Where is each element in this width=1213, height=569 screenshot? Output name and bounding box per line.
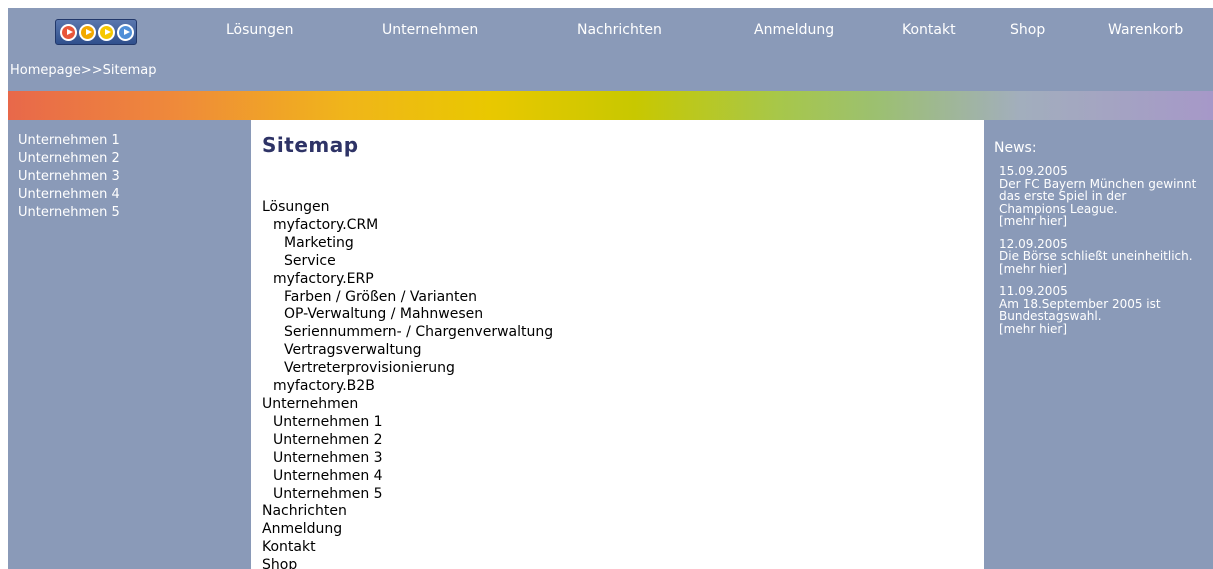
page-title: Sitemap [262,133,359,157]
nav-kontakt[interactable]: Kontakt [902,22,956,38]
sitemap-link[interactable]: myfactory.B2B [262,378,553,396]
main-content: Sitemap Lösungen myfactory.CRM Marketing… [251,120,984,569]
news-more-link[interactable]: [mehr hier] [999,322,1213,336]
logo-play-icon-3 [98,24,115,41]
sitemap-link[interactable]: Vertreterprovisionierung [262,360,553,378]
sitemap-link[interactable]: Farben / Größen / Varianten [262,289,553,307]
left-menu-item-unternehmen-5[interactable]: Unternehmen 5 [18,204,120,222]
nav-nachrichten[interactable]: Nachrichten [577,22,662,38]
left-menu-item-unternehmen-1[interactable]: Unternehmen 1 [18,132,120,150]
sitemap-link[interactable]: Unternehmen 4 [262,468,553,486]
sitemap-link[interactable]: Kontakt [262,539,553,557]
sitemap-link[interactable]: Vertragsverwaltung [262,342,553,360]
news-more-link[interactable]: [mehr hier] [999,262,1213,276]
sitemap-link[interactable]: Marketing [262,235,553,253]
sitemap-link[interactable]: Unternehmen 1 [262,414,553,432]
nav-warenkorb[interactable]: Warenkorb [1108,22,1183,38]
news-text: das erste Spiel in der [999,189,1127,203]
news-text: Die Börse schließt uneinheitlich. [999,249,1193,263]
sitemap-link[interactable]: Unternehmen [262,396,553,414]
sitemap-link[interactable]: Unternehmen 3 [262,450,553,468]
logo-play-icon-2 [79,24,96,41]
left-menu-item-unternehmen-3[interactable]: Unternehmen 3 [18,168,120,186]
nav-shop[interactable]: Shop [1010,22,1045,38]
breadcrumb[interactable]: Homepage>>Sitemap [10,63,157,78]
news-date: 15.09.2005 [999,164,1068,178]
page-frame: Lösungen Unternehmen Nachrichten Anmeldu… [8,8,1213,569]
sitemap-link[interactable]: Seriennummern- / Chargenverwaltung [262,324,553,342]
news-item: 15.09.2005 Der FC Bayern München gewinnt… [999,165,1213,228]
sitemap-list: Lösungen myfactory.CRM Marketing Service… [262,199,553,569]
left-menu-item-unternehmen-2[interactable]: Unternehmen 2 [18,150,120,168]
rainbow-divider [8,91,1213,120]
sitemap-link[interactable]: Shop [262,557,553,569]
news-panel: News: 15.09.2005 Der FC Bayern München g… [993,140,1213,345]
nav-unternehmen[interactable]: Unternehmen [382,22,478,38]
logo-play-icon-4 [117,24,134,41]
sitemap-link[interactable]: OP-Verwaltung / Mahnwesen [262,306,553,324]
logo-icon[interactable] [55,19,137,45]
sitemap-link[interactable]: myfactory.CRM [262,217,553,235]
news-item: 12.09.2005 Die Börse schließt uneinheitl… [999,237,1213,276]
nav-loesungen[interactable]: Lösungen [226,22,294,38]
left-menu: Unternehmen 1 Unternehmen 2 Unternehmen … [18,132,120,222]
news-heading: News: [994,140,1037,156]
sitemap-link[interactable]: Lösungen [262,199,553,217]
news-text: Bundestagswahl. [999,309,1102,323]
sitemap-link[interactable]: Nachrichten [262,503,553,521]
sitemap-link[interactable]: Unternehmen 5 [262,486,553,504]
left-menu-item-unternehmen-4[interactable]: Unternehmen 4 [18,186,120,204]
top-navigation: Lösungen Unternehmen Nachrichten Anmeldu… [8,8,1213,58]
sitemap-link[interactable]: myfactory.ERP [262,271,553,289]
news-date: 11.09.2005 [999,284,1068,298]
logo-play-icon-1 [60,24,77,41]
news-more-link[interactable]: [mehr hier] [999,215,1213,228]
news-item: 11.09.2005 Am 18.September 2005 ist Bund… [999,285,1213,335]
sitemap-link[interactable]: Unternehmen 2 [262,432,553,450]
sitemap-link[interactable]: Service [262,253,553,271]
nav-anmeldung[interactable]: Anmeldung [754,22,834,38]
sitemap-link[interactable]: Anmeldung [262,521,553,539]
